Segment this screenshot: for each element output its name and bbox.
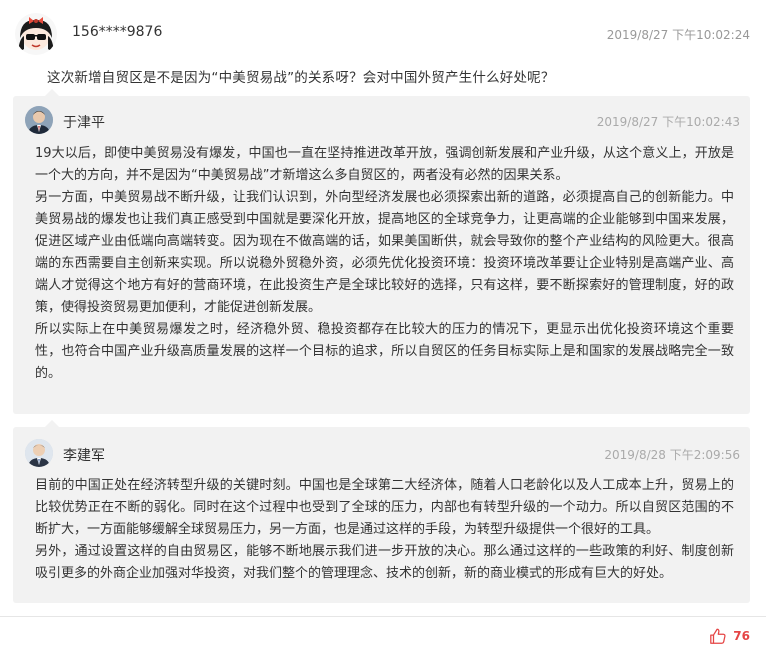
answerer-name[interactable]: 于津平: [63, 112, 105, 132]
card-pointer-arrow: [45, 420, 59, 427]
question-username[interactable]: 156****9876: [72, 24, 162, 40]
answerer-name[interactable]: 李建军: [63, 445, 105, 465]
user-avatar[interactable]: [15, 13, 57, 55]
answer-timestamp: 2019/8/27 下午10:02:43: [596, 115, 740, 129]
question-header: 156****9876 2019/8/27 下午10:02:24: [0, 0, 766, 66]
like-count: 76: [733, 629, 750, 643]
footer-divider: [0, 616, 766, 617]
answer-card: 李建军 2019/8/28 下午2:09:56 目前的中国正处在经济转型升级的关…: [13, 420, 750, 603]
answer-paragraph: 目前的中国正处在经济转型升级的关键时刻。中国也是全球第二大经济体，随着人口老龄化…: [35, 478, 734, 537]
answer-card: 于津平 2019/8/27 下午10:02:43 19大以后，即使中美贸易没有爆…: [13, 89, 750, 414]
question-text: 这次新增自贸区是不是因为“中美贸易战”的关系呀？会对中国外贸产生什么好处呢？: [47, 70, 555, 86]
thumbs-up-icon: [710, 628, 726, 644]
answer-paragraph: 另一方面，中美贸易战不断升级，让我们认识到，外向型经济发展也必须探索出新的道路，…: [35, 190, 734, 315]
answerer-avatar[interactable]: [25, 439, 53, 467]
answer-paragraph: 另外，通过设置这样的自由贸易区，能够不断地展示我们进一步开放的决心。那么通过这样…: [35, 544, 734, 581]
answerer-avatar[interactable]: [25, 106, 53, 134]
answer-paragraph: 19大以后，即使中美贸易没有爆发，中国也一直在坚持推进改革开放，强调创新发展和产…: [35, 146, 734, 183]
question-timestamp: 2019/8/27 下午10:02:24: [606, 28, 750, 42]
answer-timestamp: 2019/8/28 下午2:09:56: [604, 448, 740, 462]
answer-body: 19大以后，即使中美贸易没有爆发，中国也一直在坚持推进改革开放，强调创新发展和产…: [35, 143, 734, 385]
answer-body: 目前的中国正处在经济转型升级的关键时刻。中国也是全球第二大经济体，随着人口老龄化…: [35, 475, 734, 585]
like-button[interactable]: 76: [709, 626, 750, 646]
card-pointer-arrow: [45, 89, 59, 96]
answer-paragraph: 所以实际上在中美贸易爆发之时，经济稳外贸、稳投资都存在比较大的压力的情况下，更显…: [35, 322, 734, 381]
